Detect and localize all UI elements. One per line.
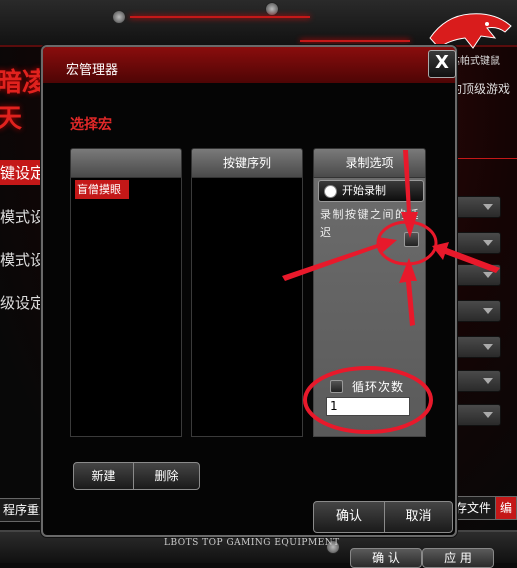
screw-decoration-icon: [112, 10, 126, 24]
ok-button[interactable]: 确认: [313, 501, 385, 533]
red-stripe-decoration: [300, 40, 410, 42]
close-icon[interactable]: X: [428, 50, 456, 78]
footer-brand-text: LBOTS TOP GAMING EQUIPMENT: [164, 538, 340, 548]
start-record-label: 开始录制: [342, 184, 386, 197]
record-options-panel: 录制选项 开始录制 录制按键之间的延迟 循环次数: [313, 148, 426, 437]
macro-list-panel: 盲僧摸眼: [70, 148, 182, 437]
app-confirm-button[interactable]: 确 认: [350, 548, 422, 568]
loop-count-input[interactable]: [326, 397, 410, 416]
record-options-body: 开始录制 录制按键之间的延迟 循环次数: [313, 178, 426, 437]
macro-list-header: [70, 148, 182, 178]
dialog-titlebar[interactable]: 宏管理器 X: [43, 47, 456, 83]
key-sequence-header: 按键序列: [191, 148, 303, 178]
sidebar-item-level-settings[interactable]: 级设定: [0, 292, 45, 313]
logo-caption: 达帕式键鼠: [450, 56, 500, 67]
app-apply-button[interactable]: 应 用: [422, 548, 494, 568]
tab-edit[interactable]: 编: [495, 496, 517, 520]
new-macro-button[interactable]: 新建: [73, 462, 134, 490]
radio-icon[interactable]: [324, 185, 337, 198]
sidebar-item-mode-settings[interactable]: 模式设: [0, 206, 45, 227]
start-record-button[interactable]: 开始录制: [318, 180, 424, 202]
red-stripe-decoration: [130, 16, 310, 18]
record-options-header: 录制选项: [313, 148, 426, 178]
delete-macro-button[interactable]: 删除: [133, 462, 200, 490]
key-sequence-list[interactable]: [191, 178, 303, 437]
cancel-button[interactable]: 取消: [384, 501, 453, 533]
loop-count-label: 循环次数: [352, 380, 405, 394]
select-macro-label: 选择宏: [70, 117, 112, 133]
app-slogan: 豹顶级游戏: [450, 82, 511, 96]
macro-list[interactable]: 盲僧摸眼: [70, 178, 182, 437]
loop-count-checkbox[interactable]: [330, 380, 343, 393]
screw-decoration-icon: [265, 2, 279, 16]
macro-manager-dialog: 宏管理器 X 选择宏 盲僧摸眼 按键序列 录制选项 开始录制 录制按键之间的延迟…: [41, 45, 457, 537]
list-item[interactable]: 盲僧摸眼: [75, 180, 129, 199]
dialog-title: 宏管理器: [66, 63, 119, 78]
key-sequence-panel: 按键序列: [191, 148, 303, 437]
app-title-line2: 天: [0, 104, 23, 134]
record-delay-checkbox[interactable]: [404, 232, 419, 247]
